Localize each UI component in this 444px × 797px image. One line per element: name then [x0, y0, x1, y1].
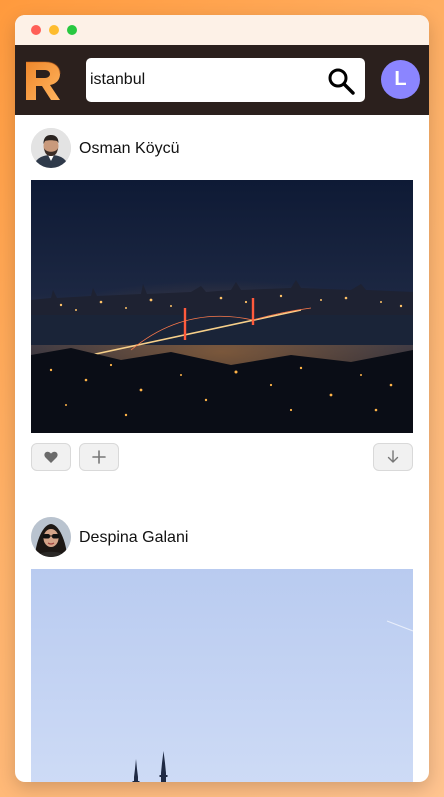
search-icon[interactable]: [327, 67, 355, 95]
r-logo-icon[interactable]: [23, 58, 63, 102]
post-card: Despina Galani: [15, 501, 429, 782]
search-bar: [86, 58, 365, 102]
author-avatar[interactable]: [31, 128, 71, 168]
post-header: Osman Köycü: [15, 115, 429, 180]
user-avatar[interactable]: L: [381, 60, 420, 99]
add-to-collection-button[interactable]: [79, 443, 119, 471]
window-titlebar: [15, 15, 429, 45]
post-header: Despina Galani: [15, 501, 429, 569]
author-name[interactable]: Despina Galani: [79, 530, 188, 546]
window-close-button[interactable]: [31, 25, 41, 35]
author-avatar[interactable]: [31, 517, 71, 557]
window-minimize-button[interactable]: [49, 25, 59, 35]
top-navigation-bar: L: [15, 45, 429, 115]
app-window: L Osman Köycü: [15, 15, 429, 782]
post-image[interactable]: [31, 569, 413, 782]
search-input[interactable]: [90, 71, 310, 89]
post-actions: [31, 443, 413, 471]
window-zoom-button[interactable]: [67, 25, 77, 35]
download-button[interactable]: [373, 443, 413, 471]
like-button[interactable]: [31, 443, 71, 471]
plus-icon: [92, 450, 106, 464]
photo-feed: Osman Köycü Despina Galani: [15, 115, 429, 782]
download-icon: [387, 450, 399, 463]
heart-icon: [44, 451, 58, 463]
post-card: Osman Köycü: [15, 115, 429, 501]
author-name[interactable]: Osman Köycü: [79, 141, 179, 157]
post-image[interactable]: [31, 180, 413, 433]
